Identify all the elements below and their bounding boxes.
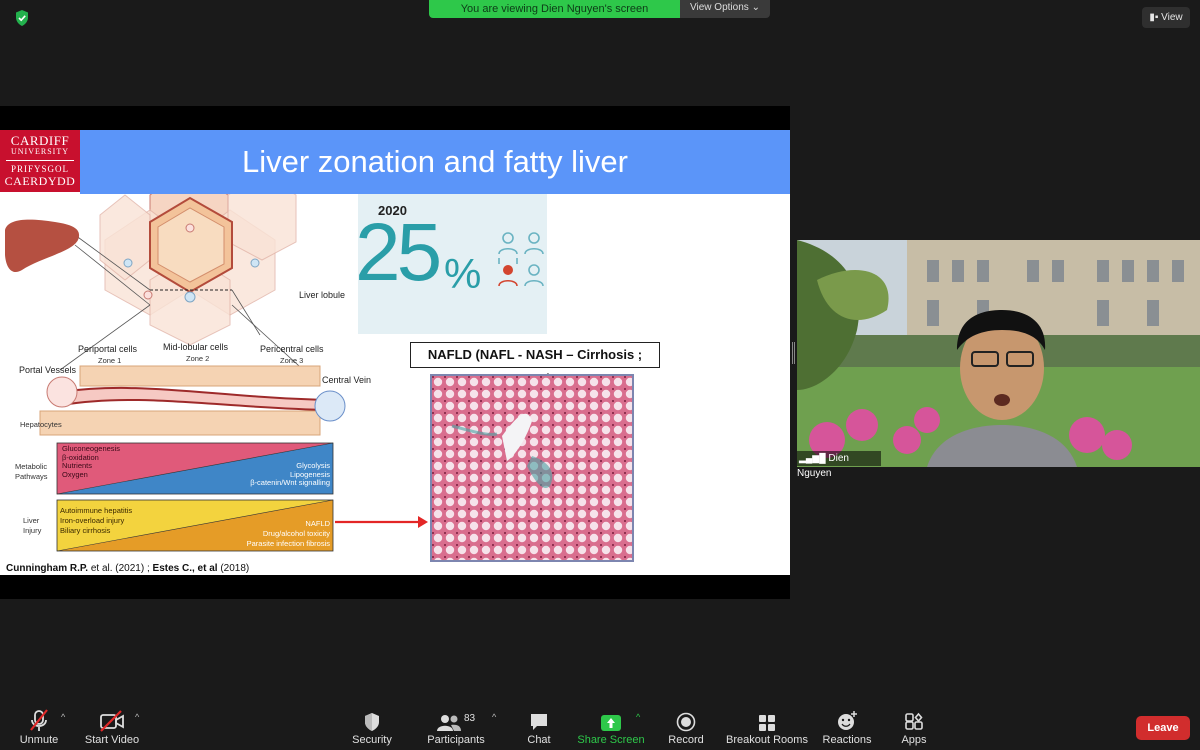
apps-icon <box>894 706 934 732</box>
share-options-caret[interactable]: ^ <box>636 712 640 722</box>
zone1-label: Zone 1 <box>98 356 122 365</box>
pathways-right-list: Glycolysis Lipogenesis β-catenin/Wnt sig… <box>250 461 330 488</box>
citation: Cunningham R.P. et al. (2021) ; Estes C.… <box>6 563 250 574</box>
security-shield-icon <box>348 706 396 732</box>
pathways-label: Pathways <box>15 472 48 481</box>
muted-microphone-icon <box>14 706 64 732</box>
security-button[interactable]: Security <box>348 706 396 750</box>
participant-name-tag: ▂▄▆█ Dien Nguyen <box>797 451 881 479</box>
apps-button[interactable]: Apps <box>894 706 934 750</box>
leave-button[interactable]: Leave <box>1136 716 1190 740</box>
liver-lobule-label: Liver lobule <box>299 290 346 300</box>
encryption-shield-icon[interactable] <box>12 8 32 28</box>
injury-left-list: Autoimmune hepatitis Iron-overload injur… <box>60 506 133 535</box>
view-options-dropdown[interactable]: View Options ⌄ <box>680 0 770 18</box>
sinusoid-diagram <box>39 365 346 436</box>
view-button[interactable]: ▮▪ View <box>1142 7 1190 28</box>
midlobular-label: Mid-lobular cells <box>163 342 229 352</box>
stat-unit: % <box>444 250 482 297</box>
cardiff-university-logo: CARDIFF UNIVERSITY PRIFYSGOL CAERDYDD <box>0 130 80 192</box>
record-button[interactable]: Record <box>664 706 708 750</box>
viewing-screen-banner: You are viewing Dien Nguyen's screen <box>429 0 680 18</box>
slide-title: Liver zonation and fatty liver <box>242 144 628 179</box>
record-icon <box>664 706 708 732</box>
breakout-rooms-icon <box>724 706 810 732</box>
zone2-label: Zone 2 <box>186 354 210 363</box>
layout-icon: ▮▪ <box>1149 12 1162 23</box>
nafld-label: NAFLD (NAFL - NASH – Cirrhosis ; HCC) <box>410 342 660 386</box>
participants-button[interactable]: 83 Participants <box>424 706 488 750</box>
pathways-left-list: Gluconeogenesis β-oxidation Nutrients Ox… <box>62 444 120 480</box>
participants-icon: 83 <box>424 706 488 732</box>
reactions-button[interactable]: Reactions <box>820 706 874 750</box>
view-options-label: View Options <box>690 2 749 13</box>
central-vein-label: Central Vein <box>322 375 372 385</box>
signal-bars-icon: ▂▄▆█ <box>799 453 826 463</box>
chat-icon <box>520 706 558 732</box>
video-options-caret[interactable]: ^ <box>135 712 139 722</box>
chevron-down-icon: ⌄ <box>751 2 760 13</box>
participants-count: 83 <box>463 713 476 724</box>
liver-label: Liver <box>23 516 40 525</box>
periportal-label: Periportal cells <box>78 344 138 354</box>
unmute-button[interactable]: Unmute <box>14 706 64 750</box>
metabolic-label: Metabolic <box>15 462 48 471</box>
start-video-button[interactable]: Start Video <box>82 706 142 750</box>
participant-video[interactable] <box>797 240 1200 467</box>
unmute-options-caret[interactable]: ^ <box>61 712 65 722</box>
split-divider-handle[interactable] <box>792 342 795 364</box>
zone3-label: Zone 3 <box>280 356 304 365</box>
pericentral-label: Pericentral cells <box>260 344 324 354</box>
viewing-text: You are viewing Dien Nguyen's screen <box>460 3 649 15</box>
portal-vessels-label: Portal Vessels <box>19 365 77 375</box>
injury-label: Injury <box>23 526 42 535</box>
liver-organ-icon <box>5 219 80 273</box>
video-off-icon <box>82 706 142 732</box>
chat-button[interactable]: Chat <box>520 706 558 750</box>
stat-value: 25 <box>355 207 442 298</box>
people-icon <box>495 230 547 305</box>
injury-right-list: NAFLD Drug/alcohol toxicity Parasite inf… <box>246 519 330 548</box>
participants-options-caret[interactable]: ^ <box>492 712 496 722</box>
liver-histology-image <box>430 374 634 562</box>
hepatocytes-label: Hepatocytes <box>20 420 62 429</box>
reactions-icon <box>820 706 874 732</box>
view-label: View <box>1161 12 1183 23</box>
red-arrow <box>335 516 428 528</box>
breakout-rooms-button[interactable]: Breakout Rooms <box>724 706 810 750</box>
